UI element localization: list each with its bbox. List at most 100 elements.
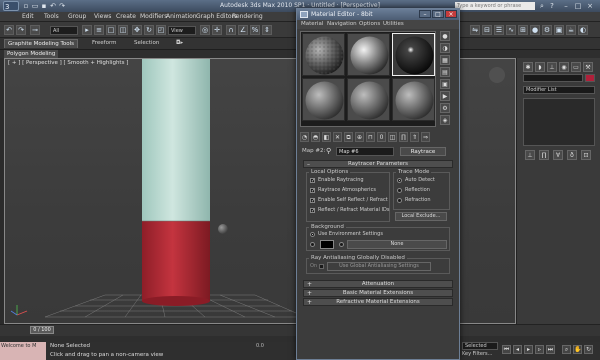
make-preview-icon[interactable]: ▶ — [440, 91, 450, 101]
pan-icon[interactable]: ✋ — [573, 345, 582, 354]
selection-filter-dropdown[interactable]: All — [50, 26, 78, 35]
previous-frame-icon[interactable]: ◂ — [513, 345, 522, 354]
refractive-material-extensions-rollout[interactable]: + Refractive Material Extensions — [303, 298, 453, 306]
refraction-radio[interactable] — [397, 198, 402, 203]
self-reflect-checkbox[interactable]: ✓ — [310, 198, 315, 204]
assign-to-selection-icon[interactable]: ◧ — [322, 132, 331, 142]
goto-end-icon[interactable]: ⏭ — [546, 345, 555, 354]
undo-tool-icon[interactable]: ↶ — [4, 25, 14, 35]
menu-create[interactable]: Create — [116, 13, 136, 20]
enable-raytracing-checkbox[interactable]: ✓ — [310, 178, 315, 184]
select-by-material-icon[interactable]: ◈ — [440, 115, 450, 125]
close-button[interactable]: × — [445, 10, 457, 18]
raytracer-parameters-rollout[interactable]: – Raytracer Parameters — [303, 160, 453, 168]
maxscript-listener[interactable]: Welcome to M — [0, 342, 46, 360]
map-name-field[interactable]: Map #6 — [336, 147, 394, 156]
scale-icon[interactable]: ◰ — [156, 25, 166, 35]
viewport-label[interactable]: [ + ] [ Perspective ] [ Smooth + Highlig… — [8, 60, 128, 66]
tab-selection[interactable]: Selection — [134, 40, 159, 46]
get-material-icon[interactable]: ◔ — [300, 132, 309, 142]
remove-modifier-icon[interactable]: ð — [567, 150, 577, 160]
reflection-radio[interactable] — [397, 188, 402, 193]
use-environment-radio[interactable] — [310, 232, 315, 237]
object-name-field[interactable] — [523, 74, 583, 82]
align-icon[interactable]: ⊟ — [482, 25, 492, 35]
background-color-swatch[interactable] — [320, 240, 334, 249]
redo-tool-icon[interactable]: ↷ — [16, 25, 26, 35]
minimize-icon[interactable]: – — [562, 2, 570, 10]
minimize-button[interactable]: – — [419, 10, 431, 18]
window-crossing-icon[interactable]: ◫ — [118, 25, 128, 35]
background-map-button[interactable]: None — [347, 240, 447, 249]
layer-manager-icon[interactable]: ☰ — [494, 25, 504, 35]
menu-group[interactable]: Group — [68, 13, 86, 20]
hierarchy-tab-icon[interactable]: ⊥ — [547, 62, 557, 72]
modifier-list-dropdown[interactable]: Modifier List — [523, 86, 595, 94]
key-filters-button[interactable]: Key Filters... — [462, 351, 492, 357]
material-editor-titlebar[interactable]: Material Editor - 8bit – □ × — [297, 9, 459, 20]
app-logo-icon[interactable]: 3 — [3, 1, 19, 11]
redo-icon[interactable]: ↷ — [58, 2, 66, 10]
show-map-in-viewport-icon[interactable]: ◫ — [388, 132, 397, 142]
search-input[interactable]: Type a keyword or phrase — [455, 2, 535, 10]
orbit-icon[interactable]: ↻ — [584, 345, 593, 354]
select-object-icon[interactable]: ▸ — [82, 25, 92, 35]
select-by-name-icon[interactable]: ≡ — [94, 25, 104, 35]
configure-sets-icon[interactable]: ⊡ — [581, 150, 591, 160]
go-forward-to-sibling-icon[interactable]: ⇒ — [421, 132, 430, 142]
maximize-icon[interactable]: □ — [574, 2, 582, 10]
make-unique-icon[interactable]: ∀ — [553, 150, 563, 160]
modifier-stack[interactable] — [523, 98, 595, 146]
menu-animation[interactable]: Animation — [166, 13, 197, 20]
copy-material-icon[interactable]: ⧉ — [344, 132, 353, 142]
make-unique-icon[interactable]: ⊕ — [355, 132, 364, 142]
menu-rendering[interactable]: Rendering — [232, 13, 263, 20]
me-menu-material[interactable]: Material — [301, 21, 323, 27]
material-editor-icon[interactable]: ● — [530, 25, 540, 35]
angle-snap-icon[interactable]: ∠ — [238, 25, 248, 35]
antialias-on-checkbox[interactable] — [319, 264, 324, 269]
map-type-button[interactable]: Raytrace — [400, 147, 446, 156]
new-file-icon[interactable]: ▫ — [22, 2, 30, 10]
snap-icon[interactable]: ∩ — [226, 25, 236, 35]
help-icon[interactable]: ? — [548, 2, 556, 10]
percent-snap-icon[interactable]: % — [250, 25, 260, 35]
go-to-parent-icon[interactable]: ⇑ — [410, 132, 419, 142]
sample-slot-active[interactable] — [392, 33, 435, 76]
object-color-swatch[interactable] — [585, 74, 595, 82]
material-ids-checkbox[interactable]: ✓ — [310, 208, 315, 214]
background-map-radio[interactable] — [339, 242, 344, 247]
spinner-snap-icon[interactable]: ⇕ — [262, 25, 272, 35]
move-icon[interactable]: ✥ — [132, 25, 142, 35]
sample-slot[interactable] — [302, 33, 345, 76]
put-to-scene-icon[interactable]: ◓ — [311, 132, 320, 142]
region-select-icon[interactable]: □ — [106, 25, 116, 35]
background-icon[interactable]: ▦ — [440, 55, 450, 65]
save-icon[interactable]: ▪ — [40, 2, 48, 10]
sample-type-icon[interactable]: ● — [440, 31, 450, 41]
curve-editor-icon[interactable]: ∿ — [506, 25, 516, 35]
options-icon[interactable]: ⚙ — [440, 103, 450, 113]
select-manipulate-icon[interactable]: ✛ — [212, 25, 222, 35]
selected-filter-dropdown[interactable]: Selected — [462, 342, 498, 350]
backlight-icon[interactable]: ◑ — [440, 43, 450, 53]
pick-material-icon[interactable]: ⚲ — [326, 147, 331, 155]
me-menu-options[interactable]: Options — [359, 21, 380, 27]
auto-detect-radio[interactable] — [397, 178, 402, 183]
menu-tools[interactable]: Tools — [44, 13, 59, 20]
schematic-view-icon[interactable]: ⊞ — [518, 25, 528, 35]
undo-icon[interactable]: ↶ — [49, 2, 57, 10]
utilities-tab-icon[interactable]: ⚒ — [583, 62, 593, 72]
close-icon[interactable]: × — [586, 2, 594, 10]
attenuation-rollout[interactable]: + Attenuation — [303, 280, 453, 288]
put-to-library-icon[interactable]: ⊓ — [366, 132, 375, 142]
play-icon[interactable]: ▸ — [524, 345, 533, 354]
show-end-result-icon[interactable]: ∏ — [539, 150, 549, 160]
raytrace-atmospherics-checkbox[interactable]: ✓ — [310, 188, 315, 194]
next-frame-icon[interactable]: ▹ — [535, 345, 544, 354]
menu-views[interactable]: Views — [94, 13, 111, 20]
reset-map-icon[interactable]: ✕ — [333, 132, 342, 142]
video-color-check-icon[interactable]: ▣ — [440, 79, 450, 89]
goto-start-icon[interactable]: ⏮ — [502, 345, 511, 354]
ribbon-toggle-icon[interactable]: ◘▸ — [176, 40, 183, 46]
